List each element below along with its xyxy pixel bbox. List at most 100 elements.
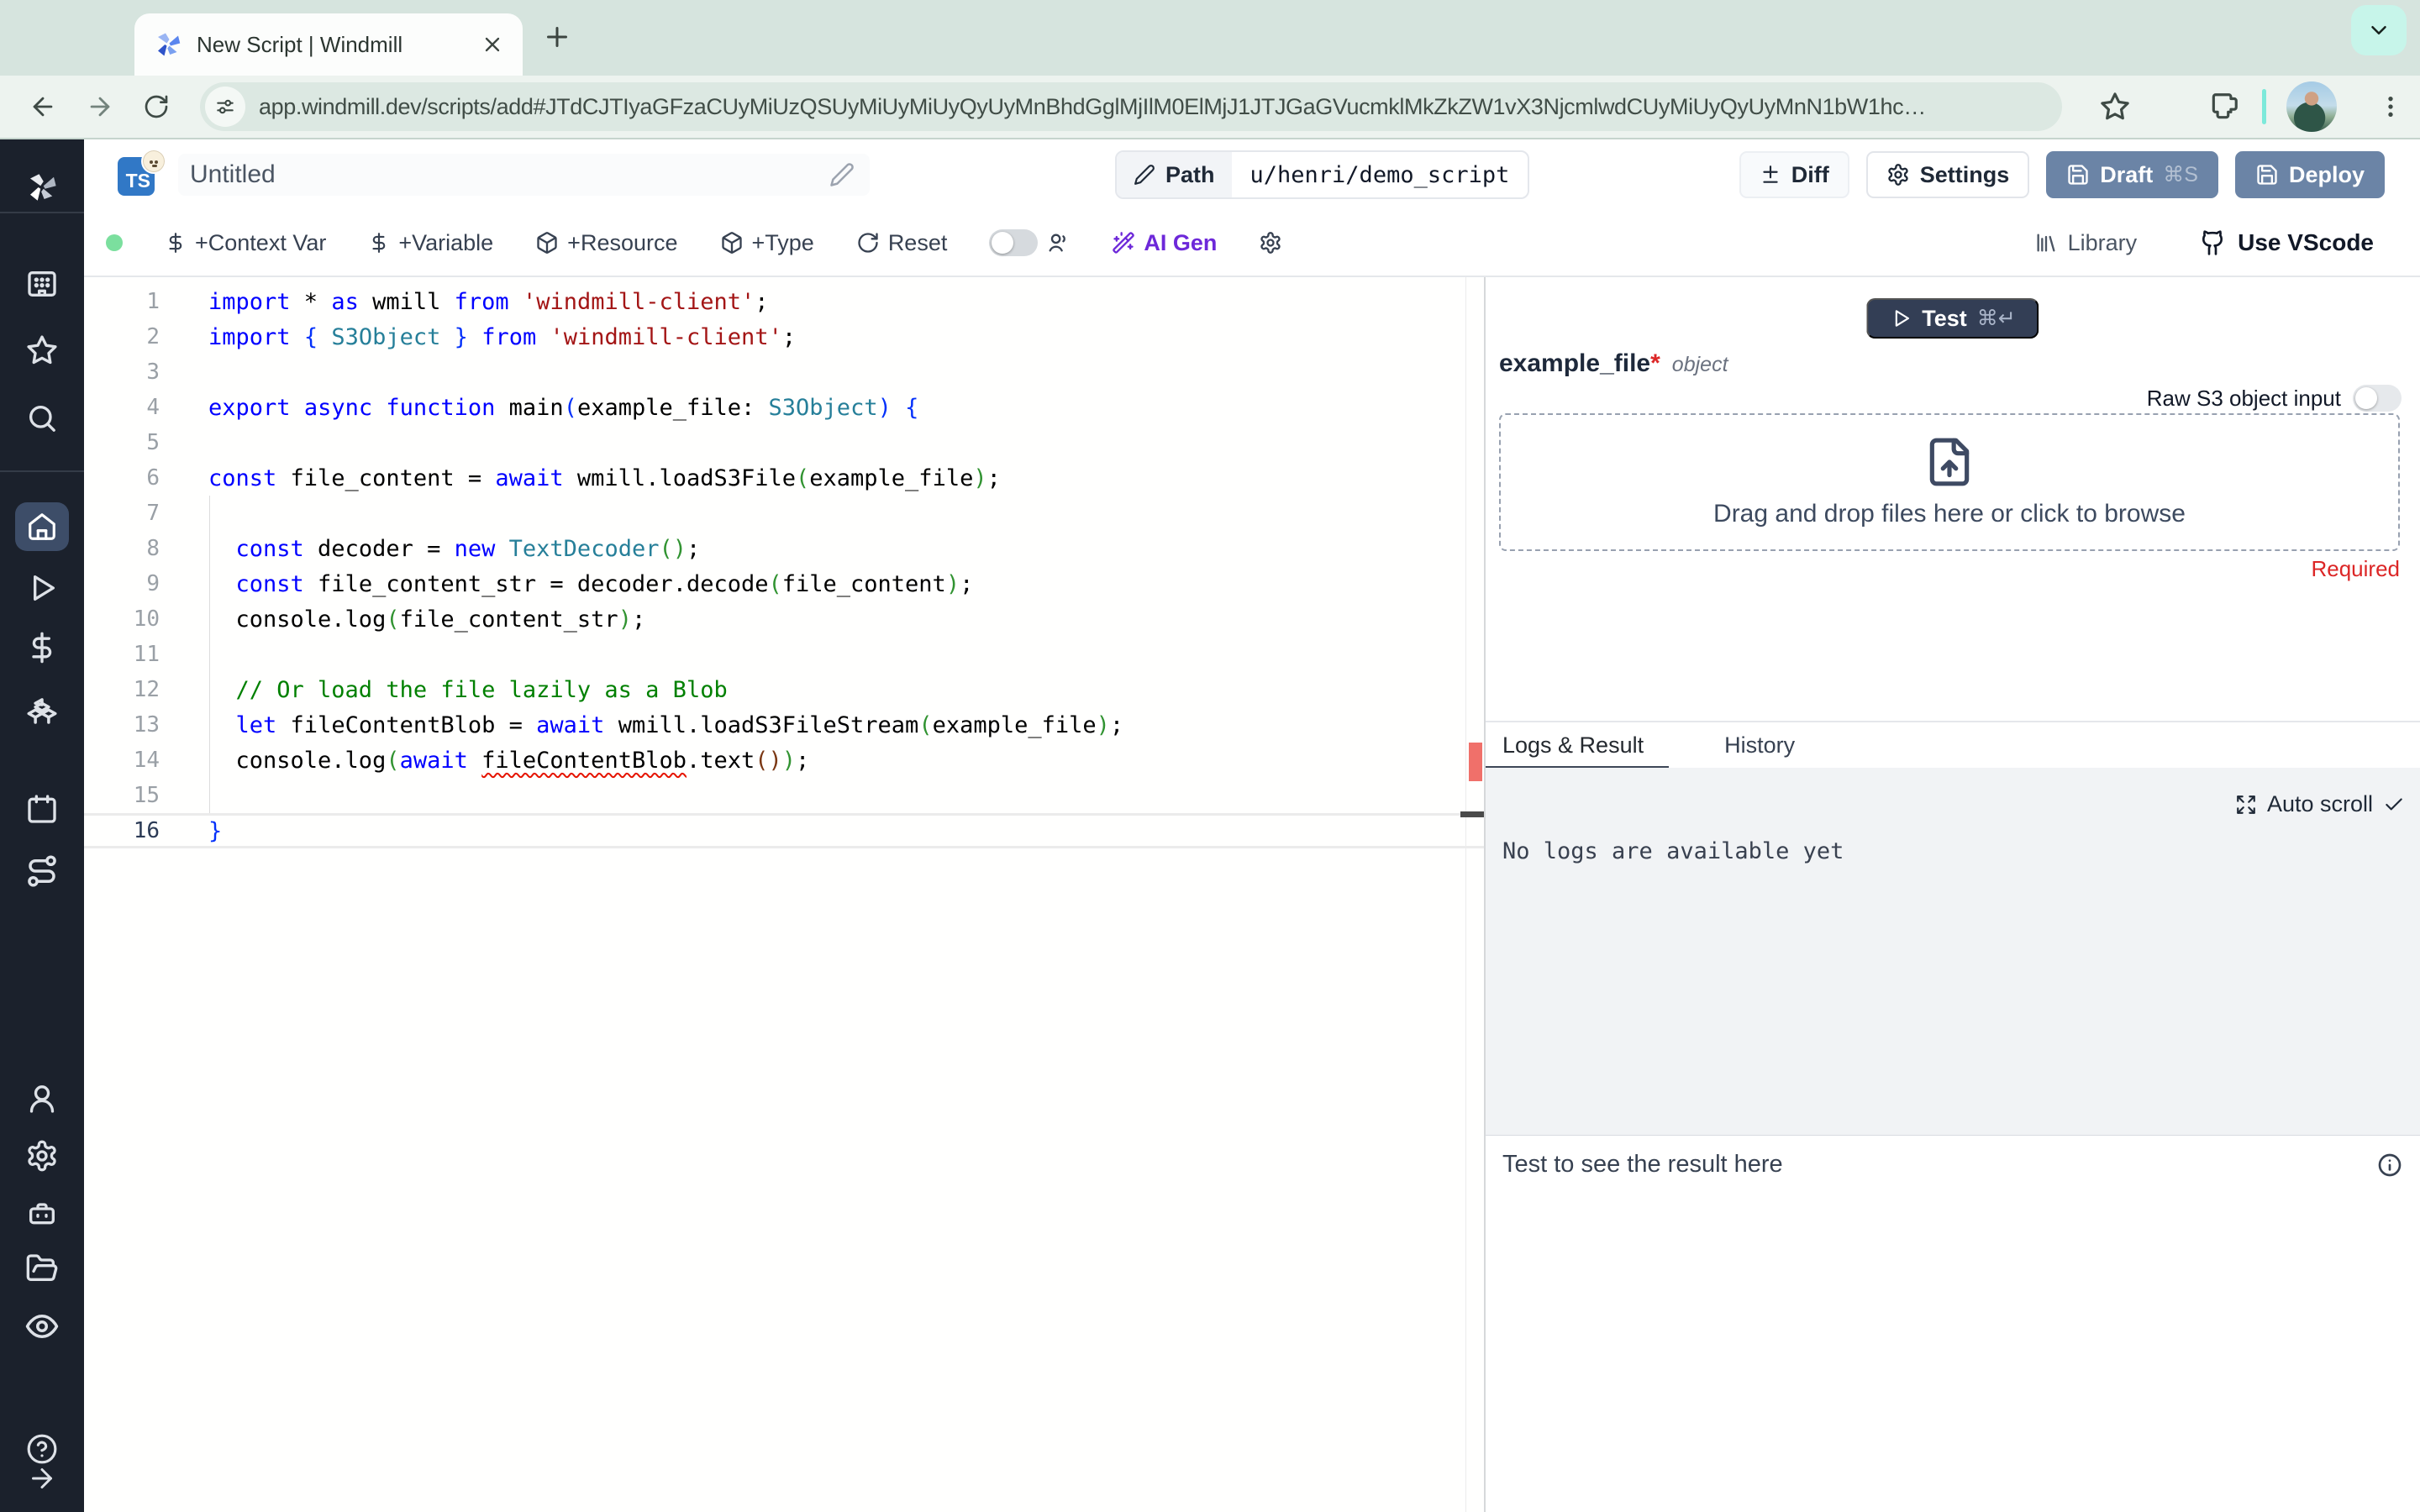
code-text: export async function main(example_file:… [208, 394, 919, 421]
url-text: app.windmill.dev/scripts/add#JTdCJTIyaGF… [259, 93, 1926, 119]
code-line[interactable]: 14 console.log(await fileContentBlob.tex… [84, 743, 1484, 778]
sidebar-item-favorites-icon[interactable] [25, 333, 59, 367]
info-icon[interactable] [2376, 1152, 2403, 1179]
code-line[interactable]: 1 import * as wmill from 'windmill-client… [84, 284, 1484, 319]
sidebar-item-schedules-icon[interactable] [25, 792, 59, 826]
code-line[interactable]: 6 const file_content = await wmill.loadS3… [84, 460, 1484, 496]
bookmark-star-icon[interactable] [2099, 91, 2131, 123]
package-icon [537, 232, 557, 254]
forward-icon[interactable] [86, 92, 114, 121]
library-icon [2037, 234, 2055, 252]
back-icon[interactable] [29, 92, 57, 121]
reset-icon [858, 233, 878, 253]
sidebar-item-workers-icon[interactable] [25, 1196, 59, 1230]
sidebar-item-audit-logs-icon[interactable] [24, 1309, 60, 1344]
deploy-button[interactable]: Deploy [2234, 151, 2385, 198]
auto-scroll-control[interactable]: Auto scroll [2235, 791, 2405, 817]
settings-button[interactable]: Settings [1865, 151, 2030, 198]
sidebar-divider [0, 212, 84, 213]
overview-ruler-cursor-marker [1460, 811, 1484, 817]
sidebar-item-settings-icon[interactable] [25, 1139, 59, 1173]
sidebar-expand-icon[interactable] [27, 1463, 57, 1494]
tab-close-icon[interactable] [481, 33, 504, 56]
code-line[interactable]: 7 [84, 496, 1484, 531]
code-line[interactable]: 2 import { S3Object } from 'windmill-clie… [84, 319, 1484, 354]
path-group[interactable]: Path u/henri/demo_script [1115, 150, 1530, 199]
code-line[interactable]: 5 [84, 425, 1484, 460]
sidebar-item-routes-icon[interactable] [24, 853, 60, 889]
sidebar-item-runs-icon[interactable] [25, 571, 59, 605]
reload-icon[interactable] [143, 93, 170, 120]
sidebar-item-variables-icon[interactable] [25, 631, 59, 664]
editor-settings-button[interactable] [1259, 231, 1282, 255]
tab-history[interactable]: History [1724, 732, 1795, 759]
code-text: console.log(await fileContentBlob.text()… [208, 747, 810, 774]
code-editor[interactable]: 1 import * as wmill from 'windmill-client… [84, 277, 1484, 1512]
diff-button[interactable]: Diff [1739, 151, 1849, 198]
draft-button[interactable]: Draft ⌘S [2046, 151, 2218, 198]
status-dot [106, 234, 123, 251]
ai-gen-button[interactable]: AI Gen [1112, 230, 1217, 256]
sidebar-item-apps-icon[interactable] [25, 267, 59, 301]
edit-name-pencil-icon[interactable] [829, 162, 855, 187]
sidebar-item-folders-icon[interactable] [25, 1252, 59, 1285]
code-line[interactable]: 4 export async function main(example_file… [84, 390, 1484, 425]
browser-avatar[interactable] [2286, 81, 2337, 132]
add-context-var-button[interactable]: +Context Var [165, 230, 326, 256]
add-type-button[interactable]: +Type [720, 230, 814, 256]
script-name-field[interactable]: Untitled [178, 154, 870, 196]
path-button[interactable]: Path [1117, 152, 1232, 197]
code-line[interactable]: 13 let fileContentBlob = await wmill.loa… [84, 707, 1484, 743]
test-button[interactable]: Test ⌘↵ [1866, 298, 2039, 339]
editor-toolbar: +Context Var +Variable +Resource +Type R… [84, 210, 2420, 277]
sidebar-help-icon[interactable] [26, 1433, 58, 1465]
new-tab-button[interactable] [542, 22, 572, 52]
dollar-icon [372, 233, 386, 253]
library-button[interactable]: Library [2034, 230, 2137, 256]
home-icon [29, 513, 55, 540]
use-vscode-button[interactable]: Use VScode [2199, 229, 2374, 256]
sidebar-item-resources-icon[interactable] [24, 693, 60, 728]
tab-title: New Script | Windmill [197, 31, 403, 57]
tab-logs-result[interactable]: Logs & Result [1502, 732, 1644, 759]
user-icon [1049, 234, 1066, 252]
expand-icon[interactable] [2235, 794, 2257, 816]
code-text: const decoder = new TextDecoder(); [235, 535, 701, 562]
code-text: const file_content_str = decoder.decode(… [235, 570, 974, 597]
code-line[interactable]: 3 [84, 354, 1484, 390]
sidebar-item-search-icon[interactable] [25, 402, 59, 435]
language-badge: TS [118, 149, 166, 196]
raw-s3-toggle[interactable] [2353, 385, 2402, 412]
url-bar[interactable]: app.windmill.dev/scripts/add#JTdCJTIyaGF… [200, 82, 2062, 131]
add-resource-button[interactable]: +Resource [535, 230, 678, 256]
sidebar-item-home[interactable] [15, 502, 69, 551]
extensions-icon[interactable] [2208, 91, 2240, 123]
browser-menu-icon[interactable] [2377, 93, 2404, 120]
code-line[interactable]: 16} [84, 813, 1484, 848]
code-lines[interactable]: 1 import * as wmill from 'windmill-client… [84, 284, 1484, 848]
code-line[interactable]: 8 const decoder = new TextDecoder(); [84, 531, 1484, 566]
windmill-sidebar-logo-icon[interactable] [24, 170, 60, 205]
path-pencil-icon [1134, 165, 1155, 185]
site-settings-icon[interactable] [205, 87, 245, 127]
code-line[interactable]: 9 const file_content_str = decoder.decod… [84, 566, 1484, 601]
no-logs-message: No logs are available yet [1502, 838, 1844, 864]
browser-tab[interactable]: New Script | Windmill [134, 13, 523, 76]
multiplayer-toggle[interactable] [989, 229, 1070, 256]
file-dropzone[interactable]: Drag and drop files here or click to bro… [1499, 413, 2400, 551]
code-line[interactable]: 12 // Or load the file lazily as a Blob [84, 672, 1484, 707]
code-line[interactable]: 15 [84, 778, 1484, 813]
add-variable-button[interactable]: +Variable [368, 230, 493, 256]
code-line[interactable]: 10 console.log(file_content_str); [84, 601, 1484, 637]
bun-runtime-icon [141, 149, 166, 174]
tab-group-divider [2262, 89, 2266, 124]
multiplayer-switch[interactable] [989, 229, 1039, 256]
line-number: 8 [146, 536, 160, 561]
code-text: let fileContentBlob = await wmill.loadS3… [235, 711, 1124, 738]
required-asterisk: * [1650, 349, 1660, 377]
code-line[interactable]: 11 [84, 637, 1484, 672]
save-icon [2257, 165, 2277, 185]
sidebar-item-users-icon[interactable] [25, 1082, 59, 1116]
reset-button[interactable]: Reset [856, 230, 947, 256]
browser-profile-chip[interactable] [2351, 5, 2407, 55]
